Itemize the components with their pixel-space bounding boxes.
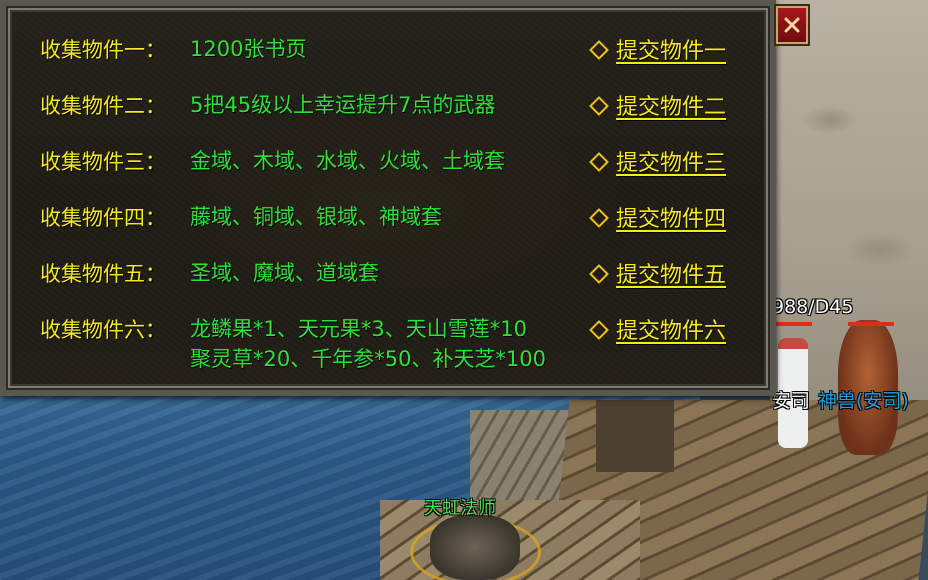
collect-item-requirement: 1200张书页: [190, 34, 306, 64]
pet-name-label: 神兽(安司): [818, 390, 909, 412]
collect-item-label: 收集物件五：: [40, 262, 166, 286]
submit-item-link[interactable]: 提交物件五: [589, 257, 726, 289]
collect-item-requirement: 藤域、铜域、银域、神域套: [190, 202, 442, 232]
collect-item-row: 收集物件四： 藤域、铜域、银域、神域套 提交物件四: [40, 200, 760, 256]
submit-item-label[interactable]: 提交物件三: [616, 151, 726, 176]
collect-items-dialog: 收集物件一： 1200张书页 提交物件一收集物件二： 5把45级以上幸运提升7点的武器…: [0, 0, 776, 396]
collect-item-row: 收集物件五： 圣域、魔域、道域套 提交物件五: [40, 256, 760, 312]
submit-item-link[interactable]: 提交物件四: [589, 201, 726, 233]
collect-item-label: 收集物件三：: [40, 150, 166, 174]
diamond-bullet-icon: [589, 320, 609, 340]
requirement-line: 5把45级以上幸运提升7点的武器: [190, 93, 496, 117]
collect-item-row: 收集物件二： 5把45级以上幸运提升7点的武器 提交物件二: [40, 88, 760, 144]
submit-item-link[interactable]: 提交物件六: [589, 313, 726, 345]
collect-item-label: 收集物件四：: [40, 206, 166, 230]
collect-item-label: 收集物件二：: [40, 94, 166, 118]
submit-item-label[interactable]: 提交物件六: [616, 319, 726, 344]
diamond-bullet-icon: [589, 264, 609, 284]
pet-hp-bar: [848, 322, 894, 326]
submit-item-link[interactable]: 提交物件二: [589, 89, 726, 121]
collect-item-requirement: 5把45级以上幸运提升7点的武器: [190, 90, 495, 120]
requirement-line: 聚灵草*20、千年参*50、补天芝*100: [190, 347, 547, 371]
diamond-bullet-icon: [589, 40, 609, 60]
mage-npc[interactable]: [430, 515, 520, 580]
close-button[interactable]: [776, 6, 808, 44]
requirement-line: 金域、木域、水域、火域、土域套: [190, 149, 505, 173]
collect-items-list: 收集物件一： 1200张书页 提交物件一收集物件二： 5把45级以上幸运提升7点的武器…: [40, 32, 760, 392]
npc-hp-bar: [772, 322, 812, 326]
requirement-line: 1200张书页: [190, 37, 307, 61]
mage-name-label: 天虹法师: [424, 498, 496, 519]
submit-item-label[interactable]: 提交物件一: [616, 39, 726, 64]
submit-item-link[interactable]: 提交物件三: [589, 145, 726, 177]
collect-item-label: 收集物件一：: [40, 38, 166, 62]
collect-item-row: 收集物件一： 1200张书页 提交物件一: [40, 32, 760, 88]
collect-item-requirement: 金域、木域、水域、火域、土域套: [190, 146, 505, 176]
diamond-bullet-icon: [589, 96, 609, 116]
submit-item-label[interactable]: 提交物件五: [616, 263, 726, 288]
collect-item-label: 收集物件六：: [40, 318, 166, 342]
close-x-icon: [784, 17, 800, 33]
requirement-line: 藤域、铜域、银域、神域套: [190, 205, 442, 229]
submit-item-label[interactable]: 提交物件二: [616, 95, 726, 120]
submit-item-label[interactable]: 提交物件四: [616, 207, 726, 232]
collect-item-requirement: 圣域、魔域、道域套: [190, 258, 379, 288]
submit-item-link[interactable]: 提交物件一: [589, 33, 726, 65]
requirement-line: 龙鳞果*1、天元果*3、天山雪莲*10: [190, 317, 527, 341]
diamond-bullet-icon: [589, 208, 609, 228]
collect-item-requirement: 龙鳞果*1、天元果*3、天山雪莲*10 聚灵草*20、千年参*50、补天芝*100: [190, 314, 546, 374]
pet-level-label: 988/D45: [772, 296, 854, 318]
boathouse: [596, 400, 674, 472]
collect-item-row: 收集物件六： 龙鳞果*1、天元果*3、天山雪莲*10 聚灵草*20、千年参*50、补…: [40, 312, 760, 392]
requirement-line: 圣域、魔域、道域套: [190, 261, 379, 285]
npc-name-label: 安司: [772, 390, 811, 412]
diamond-bullet-icon: [589, 152, 609, 172]
collect-item-row: 收集物件三： 金域、木域、水域、火域、土域套 提交物件三: [40, 144, 760, 200]
